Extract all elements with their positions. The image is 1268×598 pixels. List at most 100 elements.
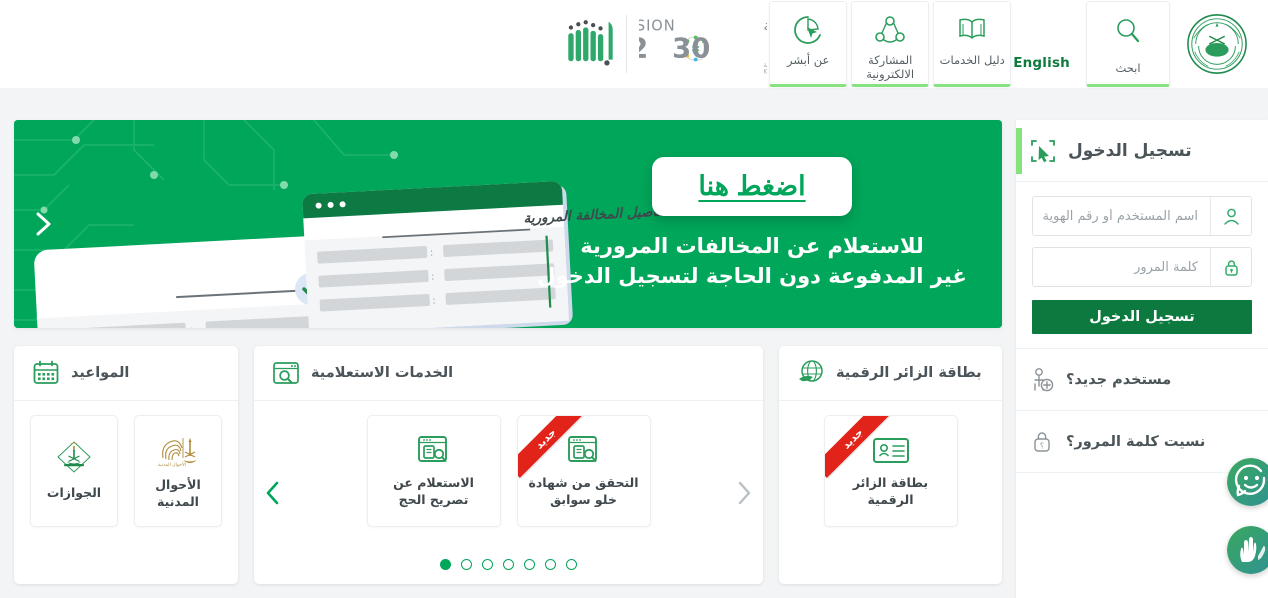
service-grid: الأحوال المدنية الأحوال المدنية الجوازات: [30, 415, 222, 527]
browser-search-icon: [273, 362, 299, 384]
select-cursor-icon: [1031, 139, 1055, 162]
site-header: ابحث English دليل الخدمات المشاركة الالك…: [0, 0, 1268, 88]
service-tile-criminal-record-check[interactable]: جديد التحقق من شهادة خلو سوابق: [516, 415, 651, 527]
nav-tile-label: عن أبشر: [787, 53, 830, 67]
cursor-circle-icon: [793, 11, 823, 49]
login-panel: تسجيل الدخول اسم المستخدم أو رقم الهوية …: [1016, 120, 1268, 598]
service-tile-label: الأحوال المدنية: [155, 476, 201, 509]
password-field-wrapper: [1032, 247, 1252, 287]
nav-tile-label: دليل الخدمات: [939, 53, 1005, 67]
vision-2030-logo: رؤيــــة VISION 2 30 المملكة ا: [639, 17, 768, 75]
hero-copy: اضغط هنا للاستعلام عن المخالفات المرورية…: [482, 120, 1002, 328]
chevron-right-icon: [738, 481, 751, 504]
forgot-password-label: نسيت كلمة المرور؟: [1066, 433, 1206, 450]
search-tile[interactable]: ابحث: [1086, 1, 1170, 87]
vision-2030-block: رؤيــــة VISION 2 30 المملكة ا: [551, 13, 767, 75]
ministry-of-interior-emblem: [1187, 14, 1247, 74]
service-tile-civil-affairs[interactable]: الأحوال المدنية الأحوال المدنية: [134, 415, 222, 527]
share-network-icon: [874, 11, 906, 49]
search-icon: [1114, 11, 1142, 49]
carousel-dot[interactable]: [461, 559, 472, 570]
login-header: تسجيل الدخول: [1016, 120, 1268, 182]
username-field-wrapper: [1032, 196, 1252, 236]
globe-falcon-icon: [799, 360, 823, 382]
login-form: [1016, 182, 1268, 297]
card-digital-visitor: بطاقة الزائر الرقمية جديد بطاقة الزائر ا…: [779, 346, 1002, 584]
login-title: تسجيل الدخول: [1068, 140, 1192, 161]
chevron-right-icon: [36, 212, 51, 236]
service-tile-hajj-permit-inquiry[interactable]: الاستعلام عن تصريح الحج: [366, 415, 501, 527]
hero-cta-button[interactable]: اضغط هنا: [652, 157, 852, 217]
user-icon: [1210, 197, 1251, 235]
service-tile-label: التحقق من شهادة خلو سوابق: [528, 474, 639, 507]
svg-text:2: 2: [639, 34, 648, 65]
card-header: المواعيد: [14, 346, 238, 401]
card-body: جديد التحقق من شهادة خلو سوابق الاستعلام…: [254, 401, 763, 584]
nav-tile-about-absher[interactable]: عن أبشر: [769, 1, 848, 87]
hero-subtitle-line1: للاستعلام عن المخالفات المرورية: [580, 234, 924, 259]
service-grid: جديد التحقق من شهادة خلو سوابق الاستعلام…: [366, 415, 651, 527]
card-appointments: المواعيد الأحوال المدنية الأحوال المدنية…: [14, 346, 238, 584]
username-input[interactable]: [1033, 197, 1210, 235]
lock-icon: [1210, 248, 1251, 286]
svg-text::: :: [430, 248, 434, 259]
service-tile-passports[interactable]: الجوازات: [30, 415, 118, 527]
carousel-prev-button[interactable]: [733, 478, 755, 508]
card-inquiry-services: الخدمات الاستعلامية جديد التحقق من شهادة…: [254, 346, 763, 584]
carousel-dot[interactable]: [482, 559, 493, 570]
forgot-password-link[interactable]: نسيت كلمة المرور؟ ؟: [1016, 410, 1268, 472]
document-search-icon: [567, 435, 597, 462]
carousel-dot[interactable]: [503, 559, 514, 570]
login-accent-bar: [1016, 128, 1022, 174]
card-header: بطاقة الزائر الرقمية: [779, 346, 1002, 401]
nav-tile-eparticipation[interactable]: المشاركة الالكترونية: [851, 1, 930, 87]
sign-language-button[interactable]: [1227, 526, 1268, 574]
card-body: الأحوال المدنية الأحوال المدنية الجوازات: [14, 401, 238, 584]
passports-emblem-icon: [57, 441, 91, 473]
header-left-group: دليل الخدمات المشاركة الالكترونية عن أبش…: [549, 0, 1013, 88]
svg-text::: :: [431, 272, 435, 283]
header-right-group: ابحث English: [1013, 0, 1268, 88]
english-language-link[interactable]: English: [1013, 55, 1070, 71]
carousel-next-button[interactable]: [262, 478, 284, 508]
carousel-dots: [254, 559, 763, 570]
civil-affairs-fingerprint-icon: الأحوال المدنية: [158, 437, 197, 468]
carousel-dot[interactable]: [545, 559, 556, 570]
svg-text:KINGDOM OF SAUDI ARABIA: KINGDOM OF SAUDI ARABIA: [764, 68, 768, 75]
svg-text:30: 30: [672, 34, 710, 65]
hero-next-button[interactable]: [26, 207, 60, 241]
card-title: بطاقة الزائر الرقمية: [836, 365, 982, 381]
svg-text::: :: [432, 296, 436, 307]
carousel-dot[interactable]: [524, 559, 535, 570]
absher-logo: [568, 15, 628, 73]
svg-text:الأحوال المدنية: الأحوال المدنية: [158, 461, 186, 468]
header-nav-tiles: دليل الخدمات المشاركة الالكترونية عن أبش…: [767, 0, 1013, 88]
service-grid: جديد بطاقة الزائر الرقمية: [823, 415, 958, 527]
hero-banner[interactable]: ملخص المخالفات :::: [14, 120, 1002, 328]
carousel-dot[interactable]: [566, 559, 577, 570]
login-submit-button[interactable]: تسجيل الدخول: [1032, 300, 1252, 334]
hero-subtitle: للاستعلام عن المخالفات المرورية غير المد…: [537, 232, 967, 291]
add-user-icon: [1034, 367, 1054, 391]
id-card-icon: [872, 437, 909, 463]
nav-tile-services-guide[interactable]: دليل الخدمات: [933, 1, 1012, 87]
new-user-label: مستخدم جديد؟: [1066, 371, 1172, 388]
hero-subtitle-line2: غير المدفوعة دون الحاجة لتسجيل الدخول: [537, 263, 967, 288]
card-title: الخدمات الاستعلامية: [311, 365, 454, 381]
svg-text:رؤيــــة: رؤيــــة: [764, 17, 768, 34]
card-body: جديد بطاقة الزائر الرقمية: [779, 401, 1002, 584]
service-cards-row: بطاقة الزائر الرقمية جديد بطاقة الزائر ا…: [14, 346, 1002, 584]
carousel-dot-active[interactable]: [440, 559, 451, 570]
service-tile-visitor-card[interactable]: جديد بطاقة الزائر الرقمية: [823, 415, 958, 527]
password-input[interactable]: [1033, 248, 1210, 286]
smiley-chat-icon: [1227, 458, 1268, 506]
new-user-link[interactable]: مستخدم جديد؟: [1016, 348, 1268, 410]
service-tile-label: الاستعلام عن تصريح الحج: [393, 474, 474, 507]
chat-assistant-button[interactable]: [1227, 458, 1268, 506]
svg-text::: :: [190, 323, 194, 328]
calendar-icon: [33, 360, 59, 384]
lock-question-icon: ؟: [1034, 431, 1050, 452]
signing-hands-icon: [1227, 526, 1268, 574]
chevron-left-icon: [266, 481, 279, 504]
service-tile-label: بطاقة الزائر الرقمية: [852, 474, 929, 507]
